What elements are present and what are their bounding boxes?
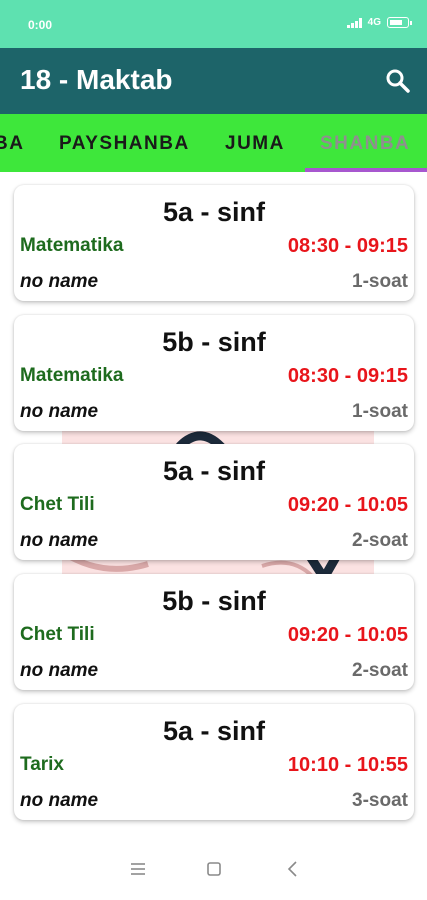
teacher-name: no name	[20, 790, 99, 811]
lesson-time: 09:20 - 10:05	[287, 494, 408, 516]
class-name: 5b - sinf	[162, 327, 266, 357]
teacher-name: no name	[20, 401, 99, 422]
status-icons: 4G	[346, 17, 412, 28]
lesson-number: 1-soat	[352, 401, 408, 422]
class-name: 5a - sinf	[162, 716, 266, 746]
tab-seshanba[interactable]: BA	[0, 133, 24, 155]
tab-payshanba[interactable]: PAYSHANBA	[59, 133, 190, 155]
square-home-icon[interactable]	[204, 859, 224, 879]
teacher-name: no name	[20, 271, 99, 292]
status-time: 0:00	[28, 18, 53, 32]
app-title: 18 - Maktab	[20, 64, 173, 95]
lesson-card[interactable]: 5b - sinf Matematika 08:30 - 09:15 no na…	[14, 315, 414, 431]
search-icon[interactable]	[383, 66, 413, 96]
app-bar: 18 - Maktab	[0, 48, 427, 114]
lesson-card[interactable]: 5a - sinf Tarix 10:10 - 10:55 no name 3-…	[14, 704, 414, 820]
signal-icon	[346, 17, 362, 28]
teacher-name: no name	[20, 530, 99, 551]
day-tabs: BA PAYSHANBA JUMA SHANBA	[0, 114, 427, 172]
menu-lines-icon[interactable]	[128, 859, 148, 879]
subject-name: Chet Tili	[20, 494, 95, 515]
subject-name: Matematika	[20, 235, 124, 256]
back-chevron-icon[interactable]	[283, 859, 303, 879]
subject-name: Chet Tili	[20, 624, 95, 645]
lesson-number: 1-soat	[352, 271, 408, 292]
lesson-time: 10:10 - 10:55	[287, 754, 408, 776]
tab-juma[interactable]: JUMA	[225, 133, 285, 155]
tab-shanba[interactable]: SHANBA	[320, 133, 410, 155]
lesson-number: 2-soat	[352, 530, 408, 551]
class-name: 5a - sinf	[162, 456, 266, 486]
lesson-number: 2-soat	[352, 660, 408, 681]
lesson-card[interactable]: 5b - sinf Chet Tili 09:20 - 10:05 no nam…	[14, 574, 414, 690]
lesson-list[interactable]: 5a - sinf Matematika 08:30 - 09:15 no na…	[0, 172, 427, 837]
status-bar: 0:00 4G	[0, 0, 427, 48]
subject-name: Matematika	[20, 365, 124, 386]
class-name: 5a - sinf	[162, 197, 266, 227]
class-name: 5b - sinf	[162, 586, 266, 616]
battery-icon	[387, 17, 412, 28]
lesson-time: 09:20 - 10:05	[287, 624, 408, 646]
system-nav-bar	[0, 837, 427, 900]
lesson-card[interactable]: 5a - sinf Chet Tili 09:20 - 10:05 no nam…	[14, 444, 414, 560]
lesson-number: 3-soat	[352, 790, 408, 811]
lesson-time: 08:30 - 09:15	[287, 365, 408, 387]
teacher-name: no name	[20, 660, 99, 681]
subject-name: Tarix	[20, 754, 65, 775]
lesson-time: 08:30 - 09:15	[287, 235, 408, 257]
network-type: 4G	[367, 17, 381, 28]
lesson-card[interactable]: 5a - sinf Matematika 08:30 - 09:15 no na…	[14, 185, 414, 301]
